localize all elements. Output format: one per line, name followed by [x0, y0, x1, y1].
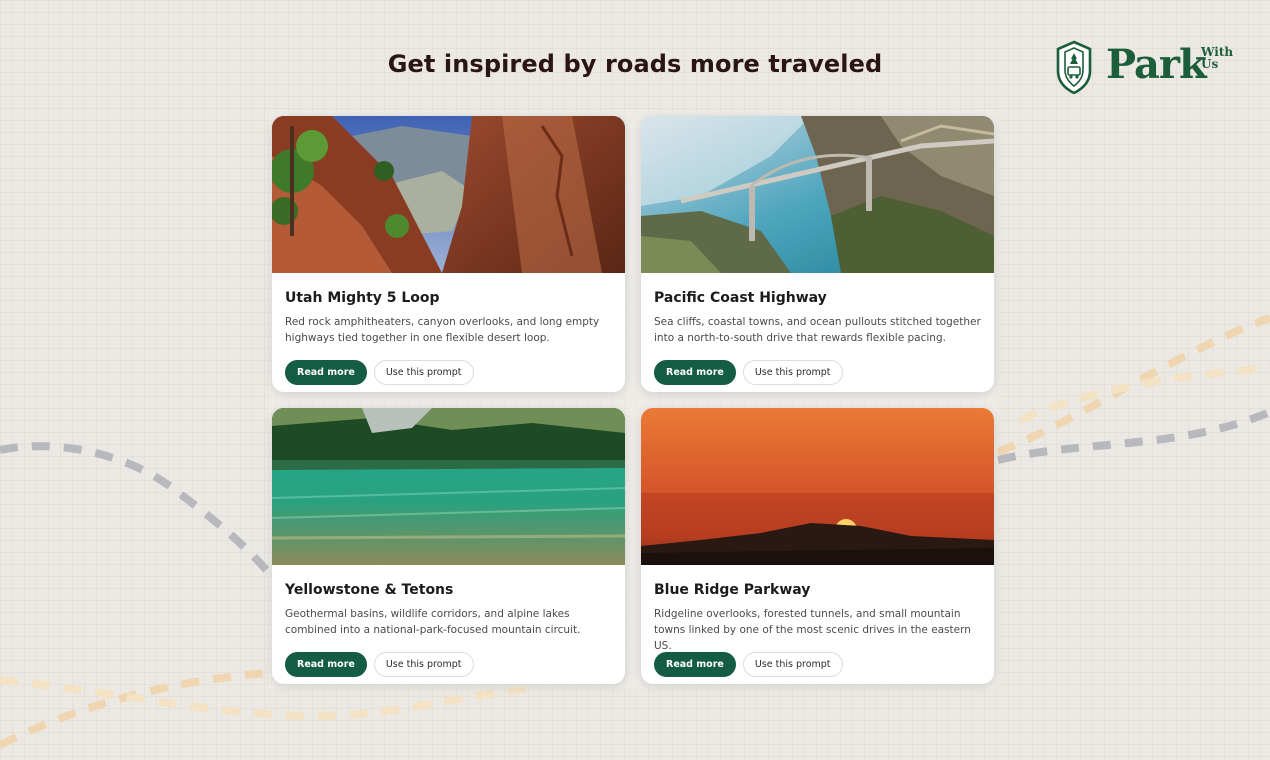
card-title: Utah Mighty 5 Loop: [285, 290, 440, 306]
logo-subtext: With Us: [1201, 46, 1233, 70]
read-more-button[interactable]: Read more: [654, 652, 736, 677]
shield-badge-icon: [1056, 40, 1092, 94]
route-card-pacific-coast: Pacific Coast Highway Sea cliffs, coasta…: [641, 116, 994, 392]
canyon-photo: [272, 116, 625, 273]
alpine-lake-photo: [272, 408, 625, 565]
read-more-button[interactable]: Read more: [285, 652, 367, 677]
card-title: Blue Ridge Parkway: [654, 582, 811, 598]
mountain-sunset-photo: [641, 408, 994, 565]
coastal-bridge-photo: [641, 116, 994, 273]
read-more-button[interactable]: Read more: [654, 360, 736, 385]
use-this-prompt-button[interactable]: Use this prompt: [373, 360, 474, 385]
read-more-button[interactable]: Read more: [285, 360, 367, 385]
card-description: Ridgeline overlooks, forested tunnels, a…: [654, 608, 971, 652]
use-this-prompt-button[interactable]: Use this prompt: [742, 652, 843, 677]
card-description: Red rock amphitheaters, canyon overlooks…: [285, 316, 600, 344]
card-title: Pacific Coast Highway: [654, 290, 827, 306]
route-card-utah: Utah Mighty 5 Loop Red rock amphitheater…: [272, 116, 625, 392]
route-card-yellowstone: Yellowstone & Tetons Geothermal basins, …: [272, 408, 625, 684]
use-this-prompt-button[interactable]: Use this prompt: [742, 360, 843, 385]
logo-wordmark: Park: [1106, 41, 1207, 88]
route-card-blue-ridge: Blue Ridge Parkway Ridgeline overlooks, …: [641, 408, 994, 684]
park-with-us-logo[interactable]: Park With Us: [1055, 40, 1235, 95]
card-title: Yellowstone & Tetons: [285, 582, 454, 598]
card-description: Sea cliffs, coastal towns, and ocean pul…: [654, 316, 981, 344]
card-description: Geothermal basins, wildlife corridors, a…: [285, 608, 581, 636]
use-this-prompt-button[interactable]: Use this prompt: [373, 652, 474, 677]
logo-sub-line-2: Us: [1201, 57, 1219, 71]
